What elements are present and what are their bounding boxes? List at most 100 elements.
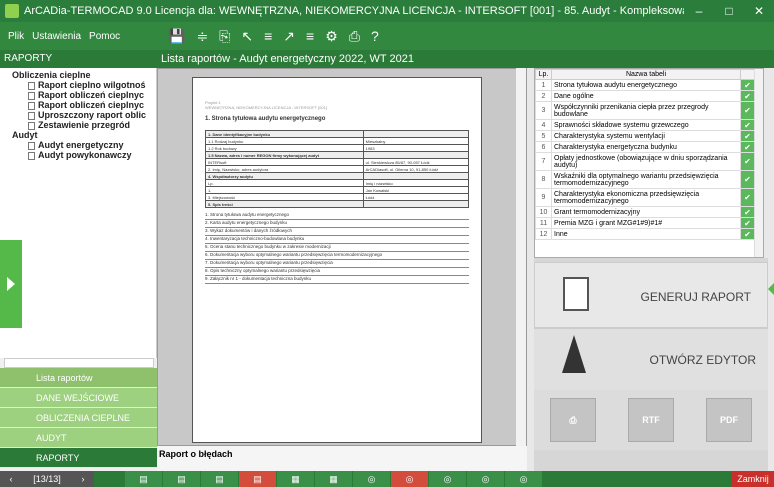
export-icon-4[interactable]: ▦ [276,471,314,487]
toolbar-icon-1[interactable]: ≑ [196,28,208,45]
generate-report-button[interactable]: GENERUJ RAPORT [534,262,768,328]
tree-item[interactable]: Raport obliczeń cieplnyc [0,100,156,110]
table-row[interactable]: 10 Grant termomodernizacyjny ✔ [535,206,755,218]
tree-item[interactable]: Raport obliczeń cieplnyc [0,90,156,100]
export-icon-3[interactable]: ▤ [200,471,238,487]
table-row[interactable]: 1 Strona tytułowa audytu energetycznego ✔ [535,79,755,91]
doc-table-cell: 1.2 Rok budowy [205,144,364,152]
table-row[interactable]: 7 Opłaty jednostkowe (obowiązujące w dniu… [535,152,755,171]
export-icon-red-1[interactable]: ▤ [238,471,276,487]
row-name: Opłaty jednostkowe (obowiązujące w dniu … [551,152,741,171]
row-checkbox[interactable]: ✔ [740,228,755,240]
maximize-button[interactable]: □ [714,4,744,18]
row-checkbox[interactable]: ✔ [740,217,755,229]
menu-help[interactable]: Pomoc [89,31,120,42]
toolbar-icon-3[interactable]: ↖ [241,28,253,45]
document-preview[interactable]: Projekt 1 WEWNĘTRZNA, NIEKOMERCYJNA LICE… [157,68,527,446]
export-pdf-button[interactable]: PDF [706,398,752,442]
row-number: 3 [535,101,552,120]
expand-panel-button[interactable] [0,240,22,328]
row-name: Grant termomodernizacyjny [551,206,741,218]
tree-item[interactable]: Uproszczony raport oblic [0,110,156,120]
table-row[interactable]: 6 Charakterystyka energetyczna budynku ✔ [535,141,755,153]
table-row[interactable]: 3 Współczynniki przenikania ciepła przez … [535,101,755,120]
row-checkbox[interactable]: ✔ [740,152,755,171]
document-scrollbar[interactable] [516,68,526,446]
app-logo-icon [5,4,19,18]
toolbar-icon-8[interactable]: ⎙ [349,28,360,45]
tree-item[interactable]: Audyt powykonawczy [0,150,156,160]
toolbar-icon-7[interactable]: ⚙ [325,28,338,45]
row-checkbox[interactable]: ✔ [740,141,755,153]
export-icon-7[interactable]: ◎ [428,471,466,487]
tree-item-label: Audyt [12,130,38,140]
row-checkbox[interactable]: ✔ [740,206,755,218]
row-checkbox[interactable]: ✔ [740,170,755,189]
toolbar-icon-4[interactable]: ≡ [264,28,272,44]
table-row[interactable]: 8 Wskaźniki dla optymalnego wariantu prze… [535,170,755,189]
export-icon-1[interactable]: ▤ [124,471,162,487]
horizontal-scrollbar[interactable] [4,358,154,368]
row-number: 7 [535,152,552,171]
row-checkbox[interactable]: ✔ [740,101,755,120]
toolbar-icon-5[interactable]: ↗ [283,28,295,45]
nav-item[interactable]: Lista raportów [0,368,157,388]
toolbar: 💾 ≑ ⎘ ↖ ≡ ↗ ≡ ⚙ ⎙? [157,22,774,50]
close-button[interactable]: Zamknij [732,471,774,487]
toolbar-icon-9[interactable]: ? [371,28,379,44]
toolbar-icon-6[interactable]: ≡ [306,28,314,44]
export-icon-5[interactable]: ▦ [314,471,352,487]
menu-settings[interactable]: Ustawienia [32,31,81,42]
collapse-arrow-icon[interactable] [768,280,774,298]
export-rtf-button[interactable]: RTF [628,398,674,442]
tree-item[interactable]: Audyt [0,130,156,140]
export-icon-red-2[interactable]: ◎ [390,471,428,487]
export-icon-2[interactable]: ▤ [162,471,200,487]
table-row[interactable]: 4 Sprawności składowe systemu grzewczego ✔ [535,119,755,131]
export-icon-9[interactable]: ◎ [504,471,542,487]
open-editor-button[interactable]: OTWÓRZ EDYTOR [534,328,768,390]
table-row[interactable]: 11 Premia MZG i grant MZG#1#9)#1# ✔ [535,217,755,229]
close-window-button[interactable]: ✕ [744,4,774,18]
export-icon-8[interactable]: ◎ [466,471,504,487]
row-checkbox[interactable]: ✔ [740,90,755,102]
doc-toc-item: 6. Dokumentacja wyboru optymalnego waria… [205,252,469,260]
toolbar-icon-2[interactable]: ⎘ [219,28,230,45]
tree-item[interactable]: Zestawienie przegród [0,120,156,130]
doc-toc-item: 3. Wykaz dokumentów i danych źródłowych [205,228,469,236]
nav-item[interactable]: RAPORTY [0,448,157,468]
doc-table-row: 2. Imię, Nazwisko, adres audytora ArCADia… [205,165,470,173]
document-icon [28,101,35,110]
nav-item[interactable]: OBLICZENIA CIEPLNE [0,408,157,428]
print-button[interactable]: ⎙ [550,398,596,442]
nav-item[interactable]: DANE WEJŚCIOWE [0,388,157,408]
doc-table-cell: 4. Współautorzy audytu [205,172,364,180]
tree-item[interactable]: Raport cieplno wilgotnoś [0,80,156,90]
table-row[interactable]: 12 Inne ✔ [535,228,755,240]
document-icon [28,151,35,160]
nav-item[interactable]: AUDYT [0,428,157,448]
table-row[interactable]: 9 Charakterystyka ekonomiczna przedsięwzi… [535,188,755,207]
row-checkbox[interactable]: ✔ [740,130,755,142]
tree-item[interactable]: Obliczenia cieplne [0,70,156,80]
menu-file[interactable]: Plik [8,31,24,42]
row-checkbox[interactable]: ✔ [740,188,755,207]
document-icon [28,121,35,130]
table-row[interactable]: 2 Dane ogólne ✔ [535,90,755,102]
table-row[interactable]: 5 Charakterystyka systemu wentylacji ✔ [535,130,755,142]
tree-item[interactable]: Audyt energetyczny [0,140,156,150]
row-checkbox[interactable]: ✔ [740,79,755,91]
prev-page-button[interactable]: ‹ [0,471,22,487]
next-page-button[interactable]: › [72,471,94,487]
tree-item-label: Uproszczony raport oblic [38,110,147,120]
export-icon-6[interactable]: ◎ [352,471,390,487]
doc-table-cell: ArCADiasoft, ul. Gilerna 10, 91-850 Łódź [362,165,470,173]
toolbar-icon-0[interactable]: 💾 [168,28,185,45]
doc-table-row: 1. Jan Kowalski [205,186,470,194]
breadcrumb: Lista raportów - Audyt energetyczny 2022… [157,50,774,68]
minimize-button[interactable]: – [684,4,714,18]
row-checkbox[interactable]: ✔ [740,119,755,131]
doc-toc-item: 9. Załącznik nr 1 - dokumentacja technic… [205,276,469,284]
col-lp-header: Lp. [535,69,552,80]
table-scrollbar[interactable] [754,69,763,257]
